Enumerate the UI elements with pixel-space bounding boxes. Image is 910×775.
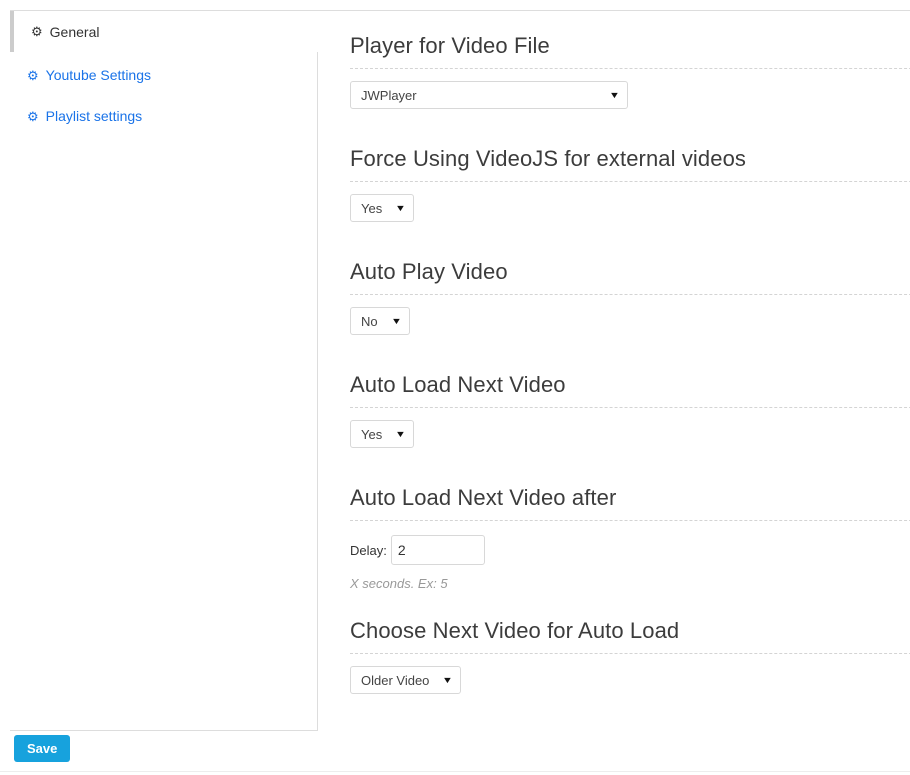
select-value: JWPlayer bbox=[361, 87, 417, 103]
chevron-down-icon: ▼ bbox=[442, 674, 454, 685]
delay-label: Delay: bbox=[350, 542, 387, 558]
sidebar-item-label: Youtube Settings bbox=[45, 67, 152, 83]
section-auto-load-next-video: Auto Load Next Video Yes ▼ bbox=[350, 372, 910, 448]
section-divider bbox=[350, 68, 910, 69]
chevron-down-icon: ▼ bbox=[608, 89, 621, 100]
section-divider bbox=[350, 181, 910, 182]
sidebar-item-youtube-settings[interactable]: ⚙ Youtube Settings bbox=[27, 67, 151, 83]
tab-general-label: General bbox=[49, 23, 100, 40]
gear-icon: ⚙ bbox=[27, 108, 39, 124]
section-title: Force Using VideoJS for external videos bbox=[350, 146, 747, 171]
sidebar-item-label: Playlist settings bbox=[45, 108, 143, 124]
settings-page: ⚙ General ⚙ Youtube Settings ⚙ Playlist … bbox=[0, 0, 910, 775]
section-title: Auto Load Next Video bbox=[350, 372, 566, 397]
sidebar-item-playlist-settings[interactable]: ⚙ Playlist settings bbox=[27, 108, 142, 124]
force-videojs-select[interactable]: Yes ▼ bbox=[350, 194, 415, 222]
section-auto-load-next-video-after: Auto Load Next Video after Delay: X seco… bbox=[350, 485, 910, 591]
auto-load-next-video-select[interactable]: Yes ▼ bbox=[350, 420, 415, 448]
chevron-down-icon: ▼ bbox=[390, 315, 403, 326]
select-value: Yes bbox=[361, 426, 383, 442]
section-title: Auto Load Next Video after bbox=[350, 485, 617, 510]
section-title: Auto Play Video bbox=[350, 259, 508, 284]
select-value: Yes bbox=[361, 200, 383, 216]
save-button[interactable]: Save bbox=[14, 735, 71, 762]
choose-next-video-select[interactable]: Older Video ▼ bbox=[350, 666, 462, 694]
gear-icon: ⚙ bbox=[27, 67, 39, 83]
select-value: No bbox=[361, 313, 378, 329]
section-force-videojs: Force Using VideoJS for external videos … bbox=[350, 146, 910, 222]
section-divider bbox=[350, 520, 910, 521]
section-title: Player for Video File bbox=[350, 33, 550, 58]
chevron-down-icon: ▼ bbox=[395, 202, 407, 213]
delay-field-row: Delay: bbox=[350, 535, 910, 565]
gear-icon: ⚙ bbox=[31, 24, 43, 39]
settings-content-panel: Player for Video File JWPlayer ▼ Force U… bbox=[318, 11, 910, 731]
player-for-video-file-select[interactable]: JWPlayer ▼ bbox=[350, 81, 628, 109]
delay-input[interactable] bbox=[390, 535, 485, 565]
section-divider bbox=[350, 653, 910, 654]
bottom-divider bbox=[0, 771, 910, 772]
delay-help-text: X seconds. Ex: 5 bbox=[350, 576, 448, 591]
chevron-down-icon: ▼ bbox=[395, 428, 407, 439]
section-divider bbox=[350, 407, 910, 408]
section-title: Choose Next Video for Auto Load bbox=[350, 618, 680, 643]
section-player-for-video-file: Player for Video File JWPlayer ▼ bbox=[350, 33, 910, 109]
sidebar: ⚙ Youtube Settings ⚙ Playlist settings bbox=[10, 52, 318, 731]
section-choose-next-video: Choose Next Video for Auto Load Older Vi… bbox=[350, 618, 910, 694]
select-value: Older Video bbox=[361, 672, 430, 688]
section-auto-play-video: Auto Play Video No ▼ bbox=[350, 259, 910, 335]
section-divider bbox=[350, 294, 910, 295]
auto-play-video-select[interactable]: No ▼ bbox=[350, 307, 410, 335]
